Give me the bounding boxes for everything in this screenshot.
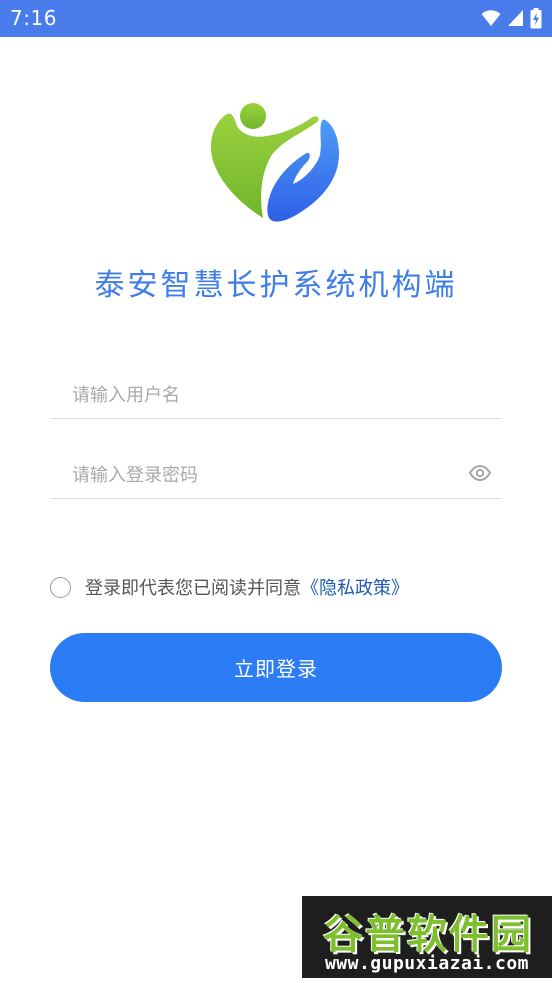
battery-charging-icon xyxy=(530,7,542,28)
heart-hand-logo-icon xyxy=(211,103,339,222)
agreement-checkbox[interactable] xyxy=(50,576,71,598)
watermark-url: www.gupuxiazai.com xyxy=(324,953,530,974)
status-time: 7:16 xyxy=(10,6,57,30)
agreement-row: 登录即代表您已阅读并同意 《隐私政策》 xyxy=(50,572,520,602)
privacy-policy-link[interactable]: 《隐私政策》 xyxy=(301,574,409,600)
watermark: 谷普软件园 www.gupuxiazai.com xyxy=(302,896,552,978)
watermark-brand: 谷普软件园 xyxy=(323,912,533,958)
wifi-icon xyxy=(481,10,501,26)
login-button[interactable]: 立即登录 xyxy=(50,633,502,702)
password-input[interactable] xyxy=(72,460,452,490)
status-bar: 7:16 xyxy=(0,0,552,37)
status-icons xyxy=(481,7,542,29)
username-input[interactable] xyxy=(72,380,452,410)
agreement-text: 登录即代表您已阅读并同意 xyxy=(85,578,301,599)
signal-icon xyxy=(508,10,523,26)
username-field xyxy=(50,368,502,419)
login-screen: 7:16 泰安智慧长护系统机构端 请输入用户名 登录即代表您已阅读并同意 《隐私… xyxy=(0,0,552,983)
app-title: 泰安智慧长护系统机构端 xyxy=(94,268,458,303)
password-field xyxy=(50,448,502,499)
eye-icon[interactable] xyxy=(468,461,492,485)
